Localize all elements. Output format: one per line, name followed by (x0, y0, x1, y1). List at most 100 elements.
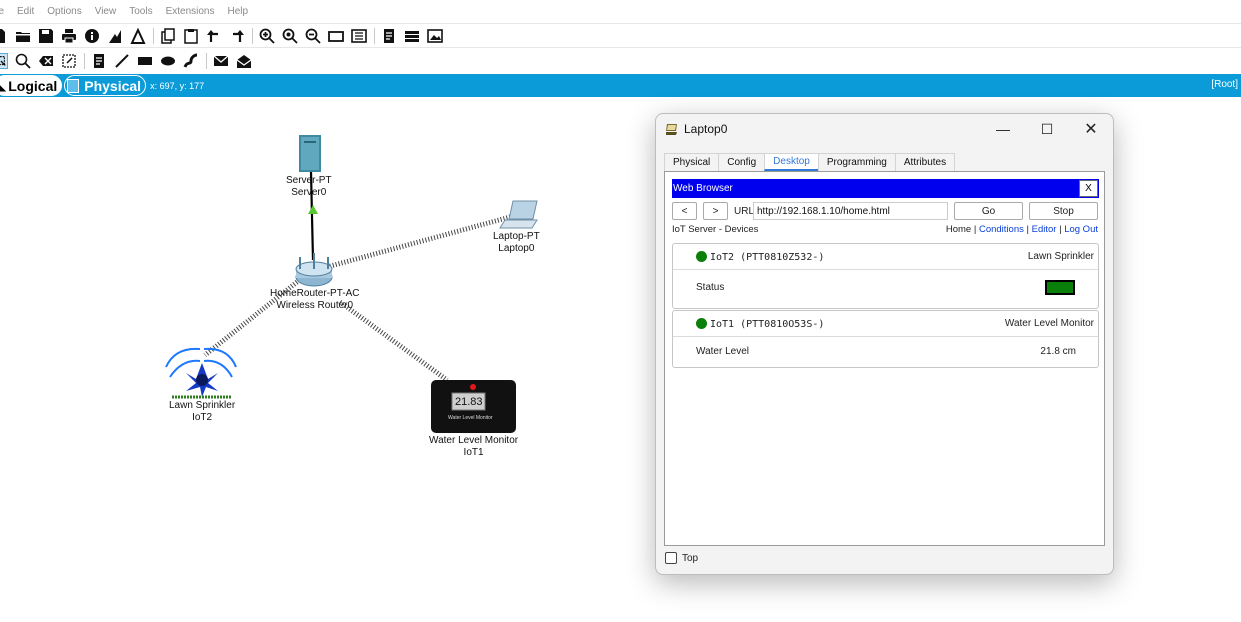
menu-view[interactable]: View (95, 6, 117, 17)
network-info-icon[interactable] (404, 28, 420, 44)
stop-button[interactable]: Stop (1029, 202, 1098, 220)
freeform-icon[interactable] (183, 53, 199, 69)
menu-edit[interactable]: Edit (17, 6, 34, 17)
root-breadcrumb[interactable]: [Root] (1211, 79, 1238, 90)
tab-physical[interactable]: Physical (664, 153, 720, 171)
inspect-icon[interactable] (15, 53, 31, 69)
browser-close-button[interactable]: X (1079, 180, 1098, 197)
device-type: Water Level Monitor (1004, 318, 1094, 329)
menu-extensions[interactable]: Extensions (166, 6, 215, 17)
top-checkbox-row[interactable]: Top (665, 552, 698, 564)
nav-editor-link[interactable]: Editor (1032, 224, 1057, 235)
delete-icon[interactable] (38, 53, 54, 69)
top-checkbox-label: Top (682, 552, 699, 564)
device-id: IoT1 (PTT0810O53S-) (710, 319, 825, 330)
paste-icon[interactable] (183, 28, 199, 44)
toolbar-divider (84, 53, 85, 69)
tab-programming[interactable]: Programming (817, 153, 896, 171)
note-icon[interactable] (91, 53, 107, 69)
window-titlebar[interactable]: Laptop0 — ☐ ✕ (656, 114, 1113, 144)
menu-file[interactable]: ile (0, 6, 4, 17)
web-browser-titlebar: Web Browser X (672, 179, 1099, 198)
undo-icon[interactable] (206, 28, 222, 44)
info-icon[interactable] (84, 28, 100, 44)
sprinkler-name: IoT2 (192, 412, 213, 423)
print-icon[interactable] (61, 28, 77, 44)
nav-separator: | (1026, 224, 1029, 235)
device-card-header[interactable]: IoT2 (PTT0810Z532-) Lawn Sprinkler (673, 244, 1098, 270)
zoom-reset-icon[interactable] (282, 28, 298, 44)
site-nav: Home | Conditions | Editor | Log Out (946, 224, 1098, 235)
rectangle-icon[interactable] (328, 28, 344, 44)
device-online-icon (696, 318, 707, 329)
device-card-row: Status (673, 270, 1098, 308)
rectangle-shape-icon[interactable] (137, 53, 153, 69)
nav-home-link[interactable]: Home (946, 224, 971, 235)
wireless-link-monitor (338, 299, 449, 383)
monitor-type: Water Level Monitor (429, 435, 519, 446)
add-simple-pdu-icon[interactable] (213, 53, 229, 69)
tab-attributes[interactable]: Attributes (894, 153, 956, 171)
url-input[interactable] (753, 202, 948, 220)
notes-icon[interactable] (381, 28, 397, 44)
menu-options[interactable]: Options (47, 6, 81, 17)
sprinkler-device-icon[interactable] (165, 347, 237, 399)
new-file-icon[interactable] (0, 28, 8, 44)
device-card-iot2: IoT2 (PTT0810Z532-) Lawn Sprinkler Statu… (672, 243, 1099, 309)
palette-icon[interactable] (351, 28, 367, 44)
toolbar-divider (252, 27, 253, 44)
monitor-name: IoT1 (463, 447, 484, 458)
menu-tools[interactable]: Tools (129, 6, 152, 17)
laptop-type: Laptop-PT (493, 231, 540, 242)
select-icon[interactable] (0, 53, 8, 69)
screenshot-icon[interactable] (427, 28, 443, 44)
nav-conditions-link[interactable]: Conditions (979, 224, 1024, 235)
logical-mode-button[interactable]: ◣ Logical (0, 75, 63, 96)
wireless-link-laptop (326, 214, 511, 270)
tab-config[interactable]: Config (718, 153, 766, 171)
laptop-label: Laptop-PT Laptop0 (493, 231, 540, 255)
drawing-toolbar (0, 49, 1241, 73)
nav-logout-link[interactable]: Log Out (1064, 224, 1098, 235)
physical-mode-button[interactable]: Physical (64, 75, 147, 96)
tab-desktop[interactable]: Desktop (764, 153, 819, 171)
close-icon[interactable]: ✕ (1080, 120, 1102, 138)
zoom-out-icon[interactable] (305, 28, 321, 44)
wireless-icon[interactable] (130, 27, 146, 44)
top-checkbox[interactable] (665, 552, 677, 564)
open-folder-icon[interactable] (15, 28, 31, 44)
url-label: URL (734, 206, 755, 217)
ellipse-icon[interactable] (160, 53, 176, 69)
window-title: Laptop0 (684, 122, 728, 136)
save-icon[interactable] (38, 28, 54, 44)
resize-icon[interactable] (61, 53, 77, 69)
activity-wizard-icon[interactable] (107, 28, 123, 44)
copy-icon[interactable] (160, 27, 176, 44)
monitor-label: Water Level Monitor IoT1 (429, 435, 518, 459)
laptop-device-icon[interactable] (499, 200, 538, 229)
router-device-icon[interactable] (295, 253, 333, 287)
router-label: HomeRouter-PT-AC Wireless Router0 (270, 288, 359, 312)
toolbar-divider (206, 53, 207, 69)
device-card-header[interactable]: IoT1 (PTT0810O53S-) Water Level Monitor (673, 311, 1098, 337)
menu-bar: ile Edit Options View Tools Extensions H… (0, 0, 1241, 24)
device-tabs: Physical Config Desktop Programming Attr… (664, 153, 956, 171)
back-button[interactable]: < (672, 202, 697, 220)
go-button[interactable]: Go (954, 202, 1023, 220)
minimize-icon[interactable]: — (992, 120, 1014, 138)
sprinkler-type: Lawn Sprinkler (169, 400, 236, 411)
server-name: Server0 (291, 187, 327, 198)
redo-icon[interactable] (229, 28, 245, 44)
status-label: Status (696, 282, 725, 293)
device-online-icon (696, 251, 707, 262)
server-device-icon[interactable] (299, 135, 321, 172)
zoom-in-icon[interactable] (259, 28, 275, 44)
line-icon[interactable] (114, 53, 130, 69)
server-label: Server-PT Server0 (286, 175, 332, 199)
maximize-icon[interactable]: ☐ (1036, 120, 1058, 138)
laptop-app-icon (666, 124, 677, 135)
device-card-row: Water Level 21.8 cm (673, 337, 1098, 367)
forward-button[interactable]: > (703, 202, 728, 220)
menu-help[interactable]: Help (228, 6, 249, 17)
add-complex-pdu-icon[interactable] (236, 53, 252, 69)
